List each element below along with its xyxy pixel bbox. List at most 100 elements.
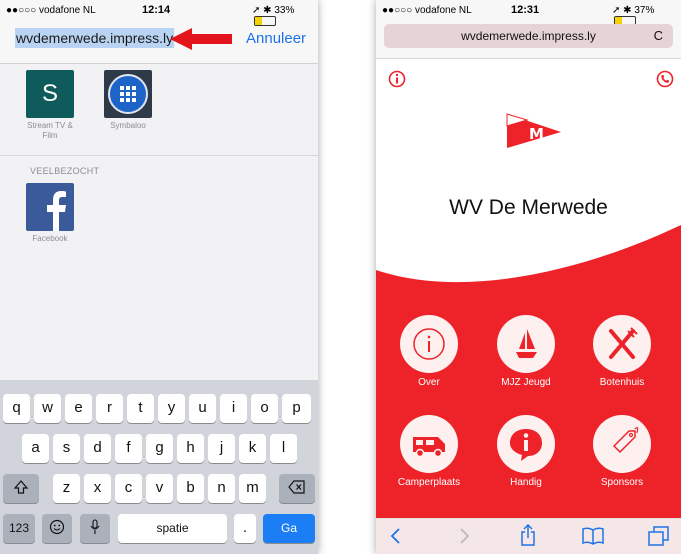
key-w[interactable]: w (34, 394, 61, 423)
sailboat-icon (516, 329, 537, 358)
microphone-key[interactable] (80, 514, 110, 543)
battery-icon (254, 16, 276, 26)
key-t[interactable]: t (127, 394, 154, 423)
url-input[interactable]: wvdemerwede.impress.ly (15, 28, 175, 48)
shift-icon (13, 480, 29, 494)
right-phone-screen: ●●○○○ vodafone NL 12:31 ➚ ✱ 37% wvdemerw… (376, 0, 681, 554)
club-logo: M (506, 113, 561, 148)
key-u[interactable]: u (189, 394, 216, 423)
key-m[interactable]: m (239, 474, 266, 503)
key-j[interactable]: j (208, 434, 235, 463)
section-title: VEELBEZOCHT (30, 166, 100, 176)
key-e[interactable]: e (65, 394, 92, 423)
clock: 12:14 (142, 4, 171, 16)
price-tag-icon (613, 427, 639, 453)
back-icon[interactable] (388, 526, 404, 546)
safari-address-bar: ●●○○○ vodafone NL 12:14 ➚ ✱ 33% wvdemerw… (0, 0, 318, 64)
red-arrow-icon (170, 28, 232, 50)
symbaloo-grid-icon (104, 70, 152, 118)
period-key[interactable]: . (234, 514, 256, 543)
safari-toolbar (376, 518, 681, 554)
carrier-label: ●●○○○ vodafone NL (6, 5, 96, 16)
key-r[interactable]: r (96, 394, 123, 423)
key-y[interactable]: y (158, 394, 185, 423)
numbers-key[interactable]: 123 (3, 514, 35, 543)
page-title: WV De Merwede (449, 196, 608, 219)
key-f[interactable]: f (115, 434, 142, 463)
key-a[interactable]: a (22, 434, 49, 463)
botenhuis-label: Botenhuis (599, 377, 645, 388)
microphone-icon (90, 519, 100, 534)
carrier-label: ●●○○○ vodafone NL (382, 5, 472, 16)
key-l[interactable]: l (270, 434, 297, 463)
mjz-jeugd-label: MJZ Jeugd (501, 377, 551, 388)
key-q[interactable]: q (3, 394, 30, 423)
forward-icon[interactable] (456, 526, 472, 546)
keyboard: q w e r t y u i o p a s d f g h j k l z … (0, 380, 318, 554)
key-k[interactable]: k (239, 434, 266, 463)
camper-van-icon (413, 437, 445, 458)
url-text: wvdemerwede.impress.ly (461, 29, 596, 43)
over-button[interactable]: Over (379, 315, 479, 388)
key-n[interactable]: n (208, 474, 235, 503)
key-c[interactable]: c (115, 474, 142, 503)
battery-percent: 37% (634, 5, 655, 16)
key-p[interactable]: p (282, 394, 311, 423)
over-label: Over (418, 377, 440, 388)
key-d[interactable]: d (84, 434, 111, 463)
key-x[interactable]: x (84, 474, 111, 503)
url-selected-text: wvdemerwede.impress.ly (15, 28, 175, 48)
key-o[interactable]: o (251, 394, 278, 423)
favorite-symbaloo[interactable]: Symbaloo (99, 70, 157, 131)
favorite-stream-tv[interactable]: S Stream TV & Film (21, 70, 79, 141)
safari-address-bar: ●●○○○ vodafone NL 12:31 ➚ ✱ 37% wvdemerw… (376, 0, 681, 59)
space-key[interactable]: spatie (118, 514, 227, 543)
key-s[interactable]: s (53, 434, 80, 463)
backspace-icon (288, 480, 305, 494)
battery-percent: 33% (274, 5, 295, 16)
frequent-facebook[interactable]: Facebook (21, 183, 79, 244)
key-g[interactable]: g (146, 434, 173, 463)
key-v[interactable]: v (146, 474, 173, 503)
mjz-jeugd-button[interactable]: MJZ Jeugd (476, 315, 576, 388)
key-z[interactable]: z (53, 474, 80, 503)
info-circle-icon (413, 328, 445, 360)
logo-letter: M (529, 125, 544, 143)
fork-knife-icon (609, 327, 638, 359)
key-i[interactable]: i (220, 394, 247, 423)
backspace-key[interactable] (279, 474, 315, 503)
key-h[interactable]: h (177, 434, 204, 463)
facebook-logo-icon (26, 183, 74, 231)
left-phone-screen: ●●○○○ vodafone NL 12:14 ➚ ✱ 33% wvdemerw… (0, 0, 318, 554)
clock: 12:31 (511, 4, 540, 16)
camperplaats-button[interactable]: Camperplaats (379, 415, 479, 488)
emoji-key[interactable] (42, 514, 72, 543)
cancel-button[interactable]: Annuleer (246, 30, 306, 47)
go-key[interactable]: Ga (263, 514, 315, 543)
status-bar: ●●○○○ vodafone NL 12:31 ➚ ✱ 37% (376, 0, 681, 26)
status-bar: ●●○○○ vodafone NL 12:14 ➚ ✱ 33% (0, 0, 318, 26)
info-icon[interactable] (388, 70, 406, 88)
location-bluetooth-icons: ➚ ✱ (252, 5, 275, 16)
s-tile-icon: S (26, 70, 74, 118)
shift-key[interactable] (3, 474, 39, 503)
favorite-label: Stream TV & Film (27, 121, 73, 140)
bookmarks-icon[interactable] (582, 526, 604, 546)
frequent-label: Facebook (32, 234, 68, 243)
location-bluetooth-icons: ➚ ✱ (612, 5, 635, 16)
share-icon[interactable] (519, 524, 537, 546)
favorite-label: Symbaloo (110, 121, 146, 130)
sponsors-label: Sponsors (600, 477, 644, 488)
camperplaats-label: Camperplaats (397, 477, 461, 488)
phone-icon[interactable] (656, 70, 674, 88)
emoji-icon (49, 519, 65, 535)
url-field[interactable]: wvdemerwede.impress.ly C (384, 24, 673, 48)
handig-button[interactable]: Handig (476, 415, 576, 488)
tabs-icon[interactable] (648, 526, 670, 546)
sponsors-button[interactable]: Sponsors (572, 415, 672, 488)
divider (0, 155, 318, 156)
handig-label: Handig (510, 477, 542, 488)
key-b[interactable]: b (177, 474, 204, 503)
reload-icon[interactable]: C (654, 24, 663, 48)
botenhuis-button[interactable]: Botenhuis (572, 315, 672, 388)
